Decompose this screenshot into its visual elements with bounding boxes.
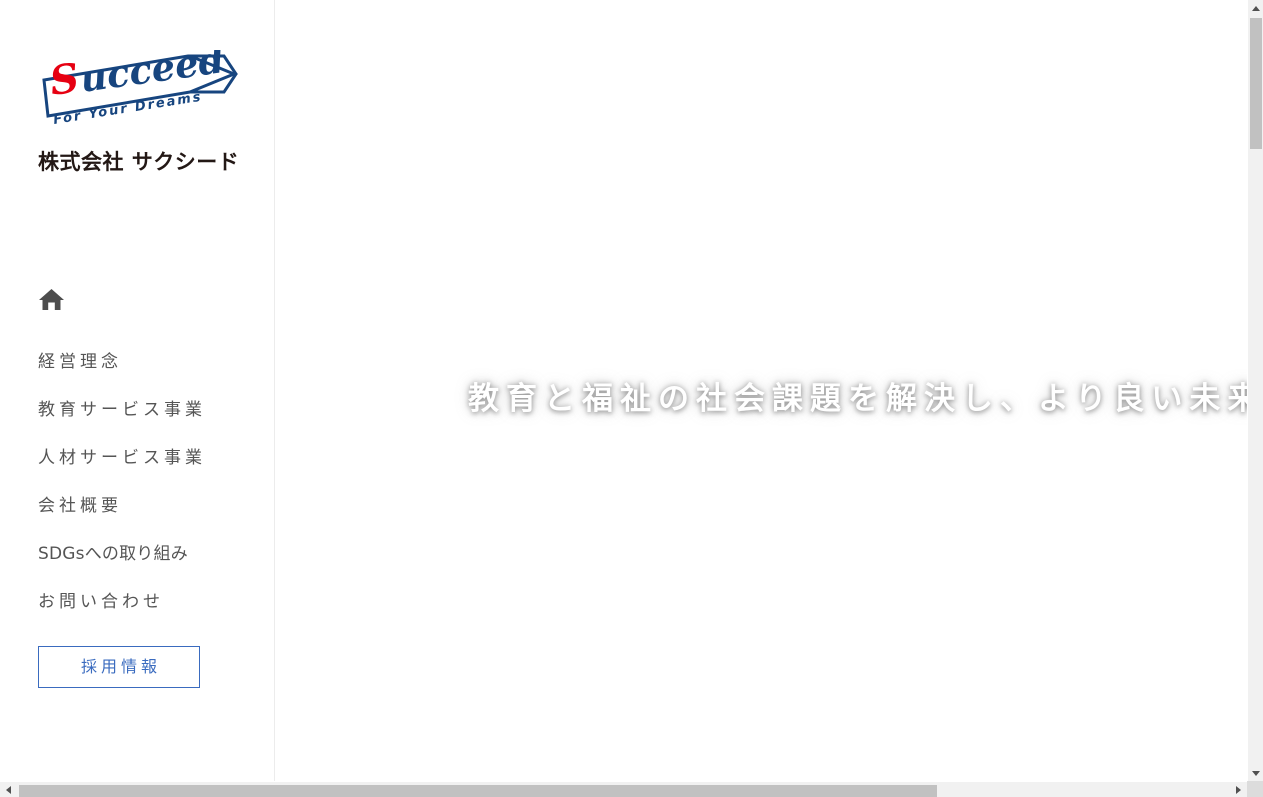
hero-section: 教育と福祉の社会課題を解決し、より良い未来を創造 bbox=[276, 0, 1247, 781]
hero-headline: 教育と福祉の社会課題を解決し、より良い未来を創造 bbox=[468, 380, 1247, 417]
scrollbar-corner bbox=[1247, 781, 1263, 797]
svg-text:S: S bbox=[47, 54, 82, 105]
sidebar-item-education-service[interactable]: 教育サービス事業 bbox=[38, 386, 258, 434]
recruit-info-button[interactable]: 採用情報 bbox=[38, 646, 200, 688]
home-icon bbox=[39, 289, 64, 310]
succeed-logo-icon: S ucceed For Your Dreams bbox=[42, 50, 238, 128]
vertical-scrollbar-thumb[interactable] bbox=[1250, 18, 1262, 149]
scroll-down-arrow-icon[interactable] bbox=[1252, 771, 1260, 776]
scroll-left-arrow-icon[interactable] bbox=[6, 786, 11, 794]
scroll-right-arrow-icon[interactable] bbox=[1236, 786, 1241, 794]
sidebar-item-philosophy[interactable]: 経営理念 bbox=[38, 338, 258, 386]
sidebar-nav: 経営理念 教育サービス事業 人材サービス事業 会社概要 SDGsへの取り組み お… bbox=[38, 338, 258, 626]
page-content: S ucceed For Your Dreams 株式会社 サクシード 経営理念… bbox=[0, 0, 1247, 781]
horizontal-scrollbar[interactable] bbox=[0, 781, 1247, 797]
sidebar-item-sdgs[interactable]: SDGsへの取り組み bbox=[38, 530, 258, 578]
horizontal-scrollbar-thumb[interactable] bbox=[19, 785, 937, 797]
sidebar: S ucceed For Your Dreams 株式会社 サクシード 経営理念… bbox=[0, 0, 275, 781]
vertical-scrollbar[interactable] bbox=[1247, 0, 1263, 781]
sidebar-item-hr-service[interactable]: 人材サービス事業 bbox=[38, 434, 258, 482]
sidebar-item-company-profile[interactable]: 会社概要 bbox=[38, 482, 258, 530]
site-logo[interactable]: S ucceed For Your Dreams 株式会社 サクシード bbox=[38, 50, 240, 176]
browser-viewport: S ucceed For Your Dreams 株式会社 サクシード 経営理念… bbox=[0, 0, 1263, 797]
company-name: 株式会社 サクシード bbox=[38, 150, 240, 174]
sidebar-item-contact[interactable]: お問い合わせ bbox=[38, 578, 258, 626]
home-link[interactable] bbox=[38, 286, 65, 313]
scroll-up-arrow-icon[interactable] bbox=[1252, 6, 1260, 11]
